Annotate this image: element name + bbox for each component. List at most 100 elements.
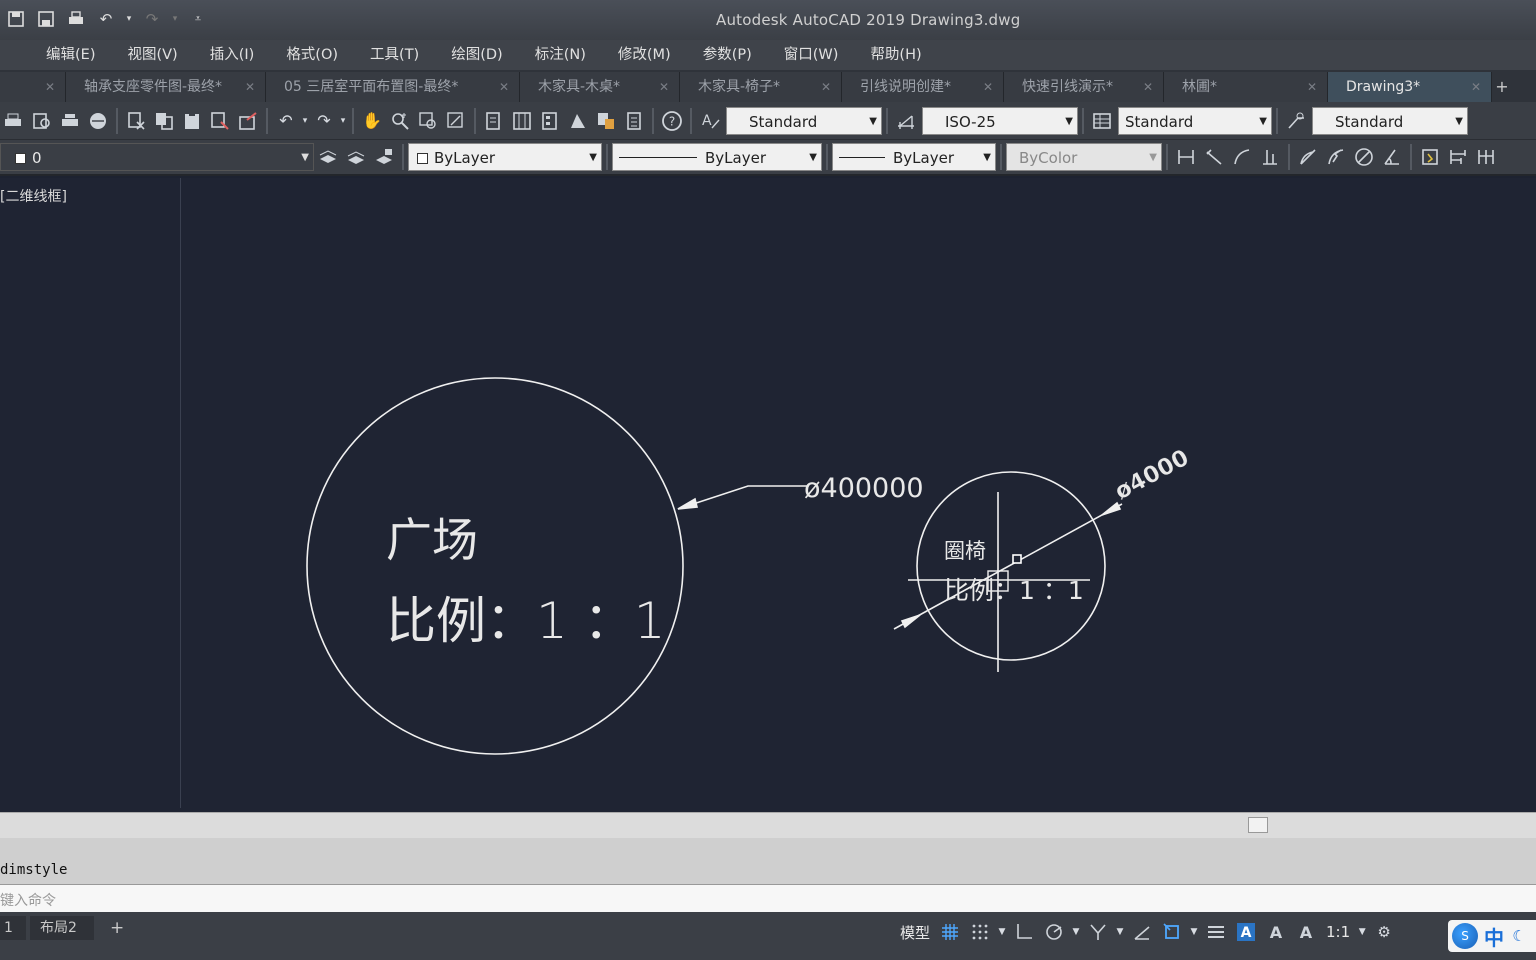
- snap-icon[interactable]: [966, 918, 994, 946]
- menu-tools[interactable]: 工具(T): [354, 40, 435, 70]
- close-icon[interactable]: ✕: [659, 72, 669, 102]
- arc-length-icon[interactable]: [1228, 143, 1256, 171]
- tab-bearing-support[interactable]: 轴承支座零件图-最终* ✕: [66, 72, 266, 102]
- table-style-dropdown[interactable]: Standard ▼: [1118, 106, 1272, 135]
- undo-toolbar-dropdown-icon[interactable]: ▾: [300, 107, 310, 135]
- chair-label[interactable]: 圈椅: [944, 539, 986, 563]
- plot-icon[interactable]: [0, 107, 28, 135]
- close-icon[interactable]: ✕: [1143, 72, 1153, 102]
- layer-dropdown[interactable]: 0 ▼: [0, 143, 314, 171]
- baseline-dimension-icon[interactable]: [1444, 143, 1472, 171]
- menu-insert[interactable]: 插入(I): [194, 40, 271, 70]
- redo-toolbar-dropdown-icon[interactable]: ▾: [338, 107, 348, 135]
- help-icon[interactable]: ?: [658, 107, 686, 135]
- properties-icon[interactable]: [480, 107, 508, 135]
- redo-toolbar-icon[interactable]: ↷: [310, 107, 338, 135]
- redo-dropdown-icon[interactable]: ▾: [170, 8, 180, 30]
- sheet-set-icon[interactable]: [564, 107, 592, 135]
- object-snap-tracking-icon[interactable]: [1128, 918, 1156, 946]
- color-dropdown[interactable]: ByLayer ▼: [408, 143, 602, 171]
- plaza-dimension-leader[interactable]: [677, 485, 808, 510]
- snap-dropdown-icon[interactable]: ▼: [996, 918, 1008, 946]
- paste-icon[interactable]: [178, 107, 206, 135]
- quick-dimension-icon[interactable]: [1416, 143, 1444, 171]
- zoom-previous-icon[interactable]: [442, 107, 470, 135]
- angular-dimension-icon[interactable]: [1378, 143, 1406, 171]
- menu-window[interactable]: 窗口(W): [768, 40, 855, 70]
- ortho-icon[interactable]: [1010, 918, 1038, 946]
- scrollbar-thumb[interactable]: [1248, 817, 1268, 833]
- isodraft-dropdown-icon[interactable]: ▼: [1114, 918, 1126, 946]
- close-icon[interactable]: ✕: [1307, 72, 1317, 102]
- polar-tracking-icon[interactable]: [1040, 918, 1068, 946]
- lineweight-dropdown[interactable]: ByLayer ▼: [832, 143, 996, 171]
- layer-previous-icon[interactable]: [370, 143, 398, 171]
- ime-language-label[interactable]: 中: [1484, 922, 1504, 951]
- continue-dimension-icon[interactable]: [1472, 143, 1500, 171]
- isodraft-icon[interactable]: [1084, 918, 1112, 946]
- menu-dimension[interactable]: 标注(N): [519, 40, 602, 70]
- tab-leader-creation[interactable]: 引线说明创建* ✕: [842, 72, 1004, 102]
- command-input[interactable]: 键入命令: [0, 890, 56, 910]
- menu-modify[interactable]: 修改(M): [602, 40, 687, 70]
- undo-dropdown-icon[interactable]: ▾: [124, 8, 134, 30]
- tab-wood-chair[interactable]: 木家具-椅子* ✕: [680, 72, 842, 102]
- object-snap-dropdown-icon[interactable]: ▼: [1188, 918, 1200, 946]
- multileader-style-icon[interactable]: [1282, 107, 1310, 135]
- annotation-scale-icon[interactable]: A: [1292, 918, 1320, 946]
- scale-dropdown-icon[interactable]: ▼: [1356, 918, 1368, 946]
- plaza-dimension-text[interactable]: ø400000: [804, 473, 924, 504]
- chair-circle[interactable]: [916, 471, 1106, 661]
- linetype-dropdown[interactable]: ByLayer ▼: [612, 143, 822, 171]
- design-center-icon[interactable]: [508, 107, 536, 135]
- grid-icon[interactable]: [936, 918, 964, 946]
- save-as-icon[interactable]: [34, 8, 58, 30]
- polar-dropdown-icon[interactable]: ▼: [1070, 918, 1082, 946]
- print-icon[interactable]: [64, 8, 88, 30]
- plaza-label[interactable]: 广场: [386, 513, 478, 567]
- dimension-style-icon[interactable]: [892, 107, 920, 135]
- auto-scale-icon[interactable]: A: [1262, 918, 1290, 946]
- lineweight-toggle-icon[interactable]: [1202, 918, 1230, 946]
- table-style-icon[interactable]: [1088, 107, 1116, 135]
- tab-wood-table[interactable]: 木家具-木桌* ✕: [520, 72, 680, 102]
- menu-edit[interactable]: 编辑(E): [30, 40, 111, 70]
- tab-drawing3[interactable]: Drawing3* ✕: [1328, 72, 1492, 102]
- menu-parametric[interactable]: 参数(P): [687, 40, 768, 70]
- pan-icon[interactable]: ✋: [358, 107, 386, 135]
- plot-preview-icon[interactable]: [28, 107, 56, 135]
- close-icon[interactable]: ✕: [45, 72, 55, 102]
- horizontal-scrollbar[interactable]: [0, 812, 1536, 838]
- diameter-dimension-icon[interactable]: [1350, 143, 1378, 171]
- close-icon[interactable]: ✕: [245, 72, 255, 102]
- ordinate-dimension-icon[interactable]: [1256, 143, 1284, 171]
- markup-set-icon[interactable]: [592, 107, 620, 135]
- text-style-dropdown[interactable]: Standard ▼: [726, 106, 882, 135]
- undo-toolbar-icon[interactable]: ↶: [272, 107, 300, 135]
- multileader-style-dropdown[interactable]: Standard ▼: [1312, 106, 1468, 135]
- annotation-scale-value[interactable]: 1:1: [1322, 923, 1354, 941]
- drawing-geometry[interactable]: 广场 比例：1 ：1 ø400000 圈椅 比例：1 ：1 ø4000: [0, 178, 1536, 812]
- layout-tab-1[interactable]: 1: [0, 916, 26, 940]
- annotation-visibility-icon[interactable]: A: [1232, 918, 1260, 946]
- tool-palettes-icon[interactable]: [536, 107, 564, 135]
- aligned-dimension-icon[interactable]: [1200, 143, 1228, 171]
- new-tab-button[interactable]: +: [1492, 72, 1512, 102]
- chair-scale-label[interactable]: 比例：1 ：1: [944, 576, 1084, 605]
- undo-icon[interactable]: ↶: [94, 8, 118, 30]
- layer-states-icon[interactable]: [342, 143, 370, 171]
- drawing-canvas[interactable]: [二维线框] 广场 比例：1 ：1 ø400000 圈椅 比例：1 ：1 ø40…: [0, 178, 1536, 812]
- grip-point[interactable]: [1012, 554, 1022, 564]
- menu-help[interactable]: 帮助(H): [854, 40, 937, 70]
- text-style-icon[interactable]: A: [696, 107, 724, 135]
- dimension-style-dropdown[interactable]: ISO-25 ▼: [922, 106, 1078, 135]
- make-object-layer-current-icon[interactable]: [314, 143, 342, 171]
- block-editor-icon[interactable]: [234, 107, 262, 135]
- close-icon[interactable]: ✕: [821, 72, 831, 102]
- cut-icon[interactable]: [122, 107, 150, 135]
- close-icon[interactable]: ✕: [499, 72, 509, 102]
- input-method-indicator[interactable]: S 中 ☾: [1448, 920, 1536, 952]
- add-layout-button[interactable]: +: [100, 916, 130, 940]
- zoom-realtime-icon[interactable]: [386, 107, 414, 135]
- command-line[interactable]: 键入命令: [0, 884, 1536, 912]
